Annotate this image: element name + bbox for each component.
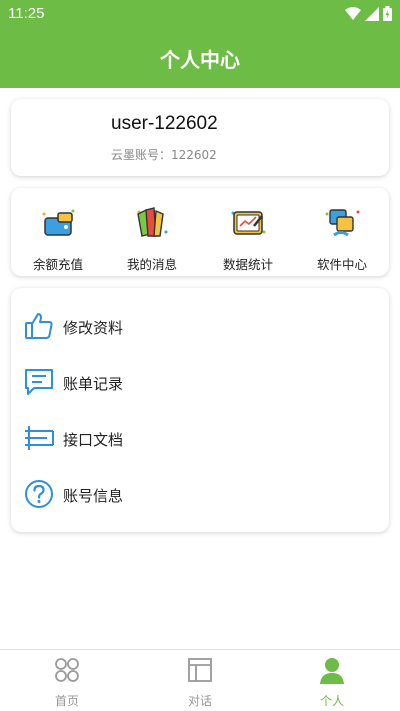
tab-profile[interactable]: 个人 — [292, 656, 372, 709]
battery-icon — [383, 6, 392, 21]
tab-chat[interactable]: 对话 — [160, 656, 240, 709]
menu-item-account-info[interactable]: 账号信息 — [11, 469, 389, 519]
menu-item-label: 修改资料 — [63, 319, 124, 337]
quick-action-statistics[interactable]: 数据统计 — [208, 202, 288, 272]
menu-item-label: 账单记录 — [63, 375, 124, 393]
menu-item-api-docs[interactable]: 接口文档 — [11, 413, 389, 463]
menu-card: 修改资料 账单记录 接口文档 账号信息 — [11, 288, 389, 532]
quick-actions-card: 余额充值 我的消息 数据统计 软件中心 — [11, 188, 389, 276]
quick-action-messages[interactable]: 我的消息 — [112, 202, 192, 272]
header-bar: 11:25 个人中心 — [0, 0, 400, 88]
tab-label: 个人 — [319, 694, 344, 708]
status-time: 11:25 — [8, 5, 45, 22]
quick-action-recharge[interactable]: 余额充值 — [18, 202, 98, 272]
tab-label: 首页 — [54, 694, 79, 708]
question-icon — [25, 480, 53, 508]
page-title: 个人中心 — [160, 48, 240, 72]
status-icons — [345, 6, 392, 21]
quick-action-label: 数据统计 — [222, 257, 273, 272]
quick-action-label: 余额充值 — [32, 257, 83, 272]
thumbs-up-icon — [25, 313, 53, 339]
menu-item-edit-profile[interactable]: 修改资料 — [11, 301, 389, 351]
chat-list-icon — [25, 369, 53, 395]
document-icon — [25, 426, 54, 450]
status-bar: 11:25 — [0, 0, 400, 28]
wallet-icon — [42, 209, 75, 236]
bottom-tab-bar: 首页 对话 个人 — [0, 649, 400, 711]
menu-item-bill-records[interactable]: 账单记录 — [11, 357, 389, 407]
layout-icon — [188, 658, 212, 682]
person-icon — [320, 658, 344, 684]
statistics-icon — [231, 211, 266, 235]
tab-label: 对话 — [187, 694, 212, 708]
home-grid-icon — [55, 658, 79, 682]
quick-action-label: 软件中心 — [316, 257, 367, 272]
menu-item-label: 接口文档 — [63, 431, 124, 449]
quick-action-software[interactable]: 软件中心 — [302, 202, 382, 272]
message-icon — [137, 207, 168, 237]
username: user-122602 — [111, 113, 218, 134]
signal-icon — [365, 6, 379, 21]
software-icon — [325, 209, 360, 237]
quick-action-label: 我的消息 — [126, 257, 177, 272]
user-card[interactable]: user-122602 云墨账号：122602 — [11, 99, 389, 176]
wifi-icon — [345, 6, 361, 20]
menu-item-label: 账号信息 — [63, 487, 124, 505]
tab-home[interactable]: 首页 — [27, 656, 107, 709]
account-number: 云墨账号：122602 — [111, 148, 217, 162]
